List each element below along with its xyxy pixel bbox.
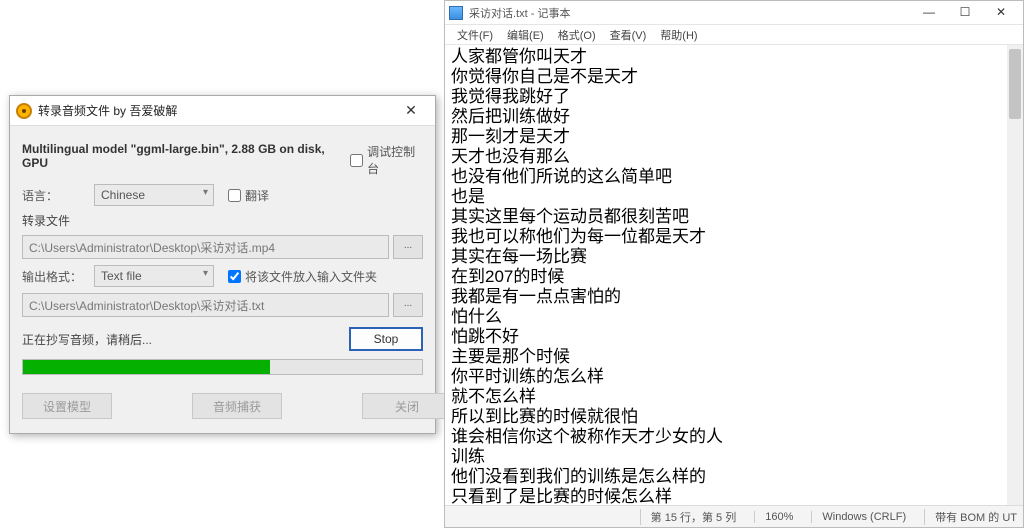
close-button[interactable]: 关闭	[362, 393, 452, 419]
put-in-folder-label: 将该文件放入输入文件夹	[245, 268, 377, 285]
status-text: 正在抄写音频，请稍后...	[22, 331, 152, 348]
status-eol: Windows (CRLF)	[811, 511, 906, 523]
notepad-titlebar[interactable]: 采访对话.txt - 记事本 — ☐ ✕	[445, 1, 1023, 25]
debug-console-label: 调试控制台	[367, 143, 423, 177]
notepad-menubar: 文件(F) 编辑(E) 格式(O) 查看(V) 帮助(H)	[445, 25, 1023, 45]
status-zoom: 160%	[754, 511, 793, 523]
debug-console-input[interactable]	[350, 154, 363, 167]
dialog-close-button[interactable]: ✕	[393, 98, 429, 124]
window-close-button[interactable]: ✕	[983, 2, 1019, 24]
dialog-body: Multilingual model "ggml-large.bin", 2.8…	[10, 126, 435, 433]
stop-button[interactable]: Stop	[349, 327, 423, 351]
language-label: 语言：	[22, 187, 94, 204]
set-model-button[interactable]: 设置模型	[22, 393, 112, 419]
dialog-title: 转录音频文件 by 吾爱破解	[38, 102, 393, 119]
menu-view[interactable]: 查看(V)	[604, 27, 653, 42]
notepad-icon	[449, 6, 463, 20]
notepad-statusbar: 第 15 行，第 5 列 160% Windows (CRLF) 带有 BOM …	[445, 505, 1023, 527]
progress-fill	[23, 360, 270, 374]
browse-input-button[interactable]: ...	[393, 235, 423, 259]
progress-bar	[22, 359, 423, 375]
put-in-folder-input[interactable]	[228, 270, 241, 283]
notepad-window: 采访对话.txt - 记事本 — ☐ ✕ 文件(F) 编辑(E) 格式(O) 查…	[444, 0, 1024, 528]
scrollbar-thumb[interactable]	[1009, 49, 1021, 119]
model-info: Multilingual model "ggml-large.bin", 2.8…	[22, 142, 336, 170]
browse-output-button[interactable]: ...	[393, 293, 423, 317]
language-select[interactable]	[94, 184, 214, 206]
maximize-button[interactable]: ☐	[947, 2, 983, 24]
status-encoding: 带有 BOM 的 UT	[924, 509, 1017, 525]
input-path-field[interactable]	[22, 235, 389, 259]
minimize-button[interactable]: —	[911, 2, 947, 24]
output-format-select[interactable]	[94, 265, 214, 287]
menu-edit[interactable]: 编辑(E)	[501, 27, 550, 42]
app-icon	[16, 103, 32, 119]
output-format-label: 输出格式：	[22, 268, 94, 285]
translate-input[interactable]	[228, 189, 241, 202]
status-cursor-pos: 第 15 行，第 5 列	[640, 509, 737, 525]
translate-checkbox[interactable]: 翻译	[228, 187, 269, 204]
transcribe-file-section: 转录文件	[22, 212, 70, 229]
dialog-titlebar[interactable]: 转录音频文件 by 吾爱破解 ✕	[10, 96, 435, 126]
menu-file[interactable]: 文件(F)	[451, 27, 499, 42]
debug-console-checkbox[interactable]: 调试控制台	[350, 143, 423, 177]
put-in-folder-checkbox[interactable]: 将该文件放入输入文件夹	[228, 268, 377, 285]
translate-label: 翻译	[245, 187, 269, 204]
scrollbar[interactable]	[1007, 45, 1023, 505]
audio-capture-button[interactable]: 音频捕获	[192, 393, 282, 419]
notepad-textarea[interactable]: 人家都管你叫天才 你觉得你自己是不是天才 我觉得我跳好了 然后把训练做好 那一刻…	[445, 45, 1023, 505]
menu-format[interactable]: 格式(O)	[552, 27, 602, 42]
transcribe-dialog: 转录音频文件 by 吾爱破解 ✕ Multilingual model "ggm…	[9, 95, 436, 434]
notepad-title: 采访对话.txt - 记事本	[469, 5, 911, 21]
output-path-field[interactable]	[22, 293, 389, 317]
menu-help[interactable]: 帮助(H)	[654, 27, 703, 42]
